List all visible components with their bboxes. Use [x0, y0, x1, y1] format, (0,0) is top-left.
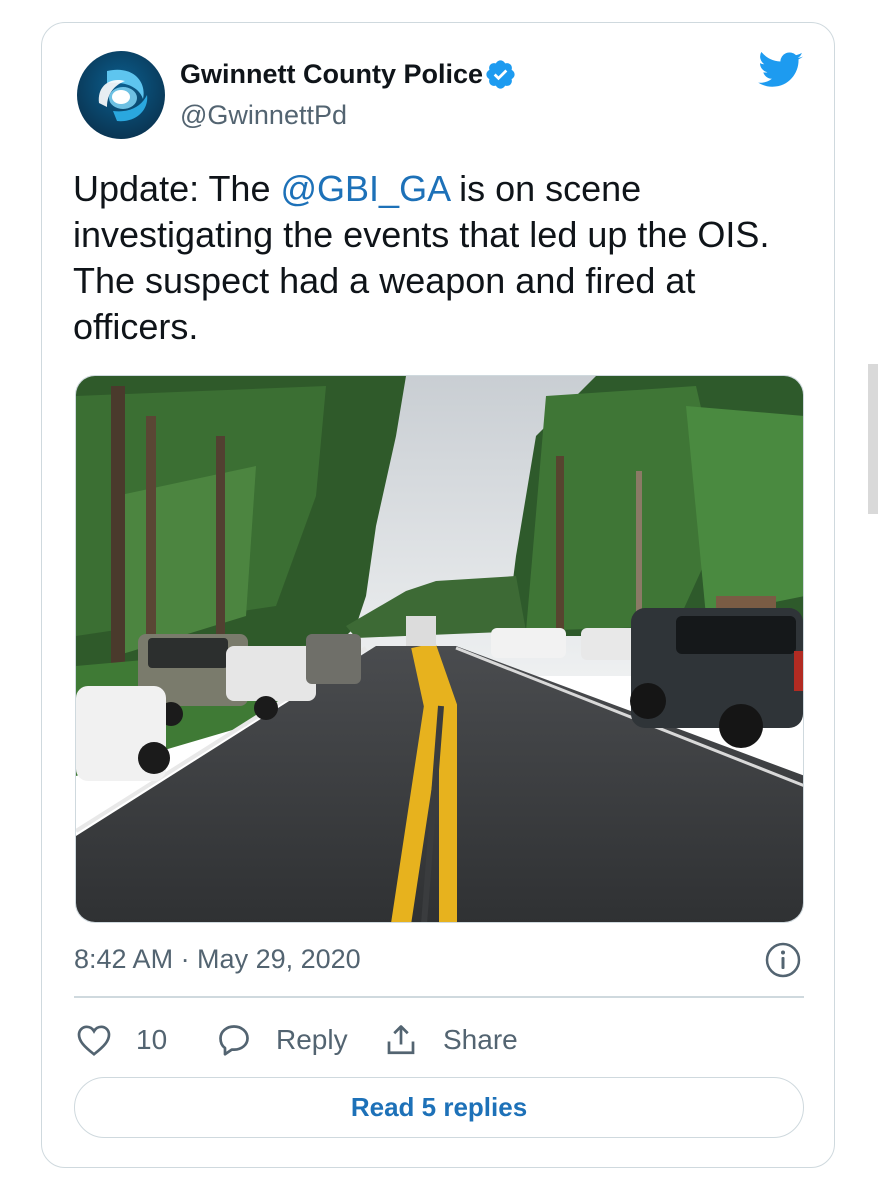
twitter-bird-icon[interactable]	[758, 51, 804, 90]
share-icon	[387, 1025, 415, 1055]
like-count: 10	[136, 1024, 168, 1055]
speech-bubble-icon	[219, 1025, 249, 1056]
road-scene-photo-icon	[76, 376, 803, 922]
like-button[interactable]: 10	[76, 1018, 167, 1062]
share-button[interactable]: Share	[383, 1018, 518, 1062]
heart-icon	[77, 1025, 111, 1056]
avatar[interactable]	[77, 51, 165, 139]
divider	[74, 996, 804, 998]
mention-link[interactable]: @GBI_GA	[280, 168, 449, 209]
tweet-photo[interactable]	[75, 375, 804, 923]
tweet-text: Update: The @GBI_GA is on scene investig…	[73, 166, 793, 350]
share-label: Share	[443, 1024, 518, 1055]
author-display-name[interactable]: Gwinnett County Police	[180, 57, 483, 91]
scrollbar[interactable]	[868, 364, 878, 514]
tweet-text-before: Update: The	[73, 168, 281, 209]
reply-button[interactable]: Reply	[216, 1018, 348, 1062]
verified-badge-icon	[484, 58, 517, 91]
read-replies-button[interactable]: Read 5 replies	[74, 1077, 804, 1138]
info-icon[interactable]	[764, 941, 802, 979]
gwinnett-police-logo-icon	[77, 51, 165, 139]
tweet-timestamp[interactable]: 8:42 AM · May 29, 2020	[74, 942, 361, 976]
reply-label: Reply	[276, 1024, 348, 1055]
author-handle[interactable]: @GwinnettPd	[180, 98, 347, 132]
